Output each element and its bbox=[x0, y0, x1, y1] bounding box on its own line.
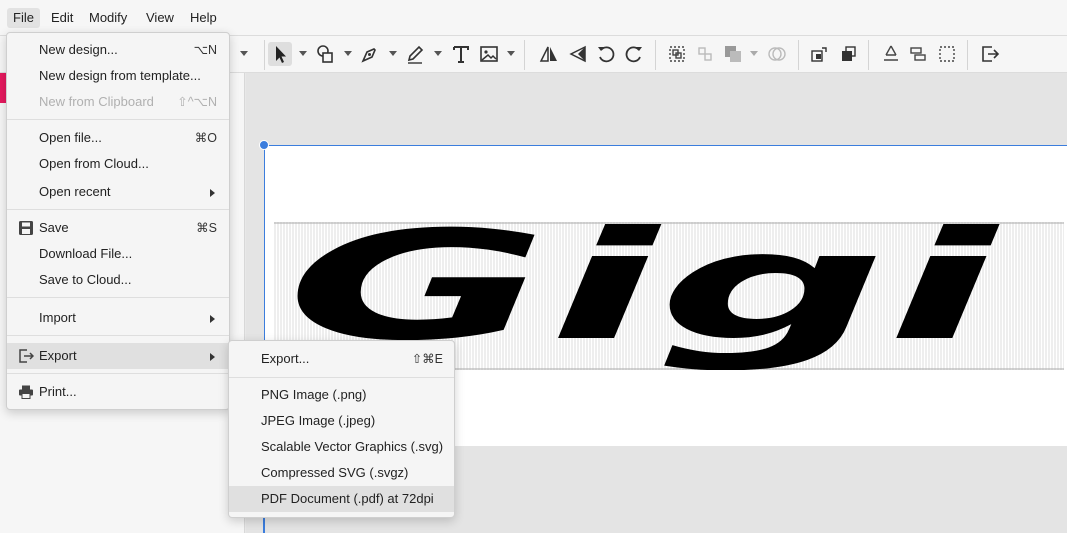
toolbar-divider bbox=[524, 40, 525, 70]
flip-vertical-icon[interactable] bbox=[566, 42, 590, 66]
rotate-ccw-icon[interactable] bbox=[594, 42, 618, 66]
shortcut-label: ⌥N bbox=[193, 43, 217, 57]
menu-divider bbox=[7, 335, 229, 336]
exit-icon[interactable] bbox=[978, 42, 1002, 66]
menu-item-label: New design from template... bbox=[39, 68, 201, 83]
save-icon bbox=[19, 221, 33, 235]
toolbar-divider bbox=[967, 40, 968, 70]
chevron-down-icon[interactable] bbox=[507, 51, 515, 56]
menu-divider bbox=[7, 373, 229, 374]
chevron-down-icon[interactable] bbox=[389, 51, 397, 56]
pencil-tool-icon[interactable] bbox=[403, 42, 427, 66]
flip-horizontal-icon[interactable] bbox=[537, 42, 561, 66]
menu-item-label: Scalable Vector Graphics (.svg) bbox=[261, 439, 444, 454]
menu-item-print[interactable]: Print... bbox=[7, 379, 229, 405]
image-tool-icon[interactable] bbox=[477, 42, 501, 66]
file-menu: New design... ⌥N New design from templat… bbox=[6, 32, 230, 410]
shortcut-label: ⌘S bbox=[196, 221, 217, 235]
chevron-down-icon[interactable] bbox=[344, 51, 352, 56]
boolean-ops-icon[interactable] bbox=[765, 42, 789, 66]
menu-item-save[interactable]: Save ⌘S bbox=[7, 215, 229, 241]
menu-item-export-jpeg[interactable]: JPEG Image (.jpeg) bbox=[229, 408, 454, 434]
shortcut-label: ⇧⌘E bbox=[411, 352, 443, 366]
menu-item-label: New design... bbox=[39, 42, 118, 57]
menu-item-label: Print... bbox=[39, 384, 77, 399]
menu-divider bbox=[7, 119, 229, 120]
chevron-right-icon bbox=[210, 189, 215, 197]
menu-item-label: Open from Cloud... bbox=[39, 156, 149, 171]
selection-handle[interactable] bbox=[259, 140, 269, 150]
export-submenu: Export... ⇧⌘E PNG Image (.png) JPEG Imag… bbox=[228, 340, 455, 518]
shortcut-label: ⇧^⌥N bbox=[177, 95, 217, 109]
bring-forward-icon[interactable] bbox=[807, 42, 831, 66]
menu-modify[interactable]: Modify bbox=[83, 8, 133, 28]
menu-item-new-from-clipboard: New from Clipboard ⇧^⌥N bbox=[7, 89, 229, 115]
group-icon[interactable] bbox=[665, 42, 689, 66]
send-backward-icon[interactable] bbox=[836, 42, 860, 66]
menu-item-export-pdf[interactable]: PDF Document (.pdf) at 72dpi bbox=[229, 486, 454, 512]
chevron-down-icon[interactable] bbox=[240, 51, 248, 56]
shapes-tool-icon[interactable] bbox=[314, 42, 338, 66]
menu-item-save-to-cloud[interactable]: Save to Cloud... bbox=[7, 267, 229, 293]
menu-item-label: Import bbox=[39, 310, 76, 325]
menu-item-export[interactable]: Export bbox=[7, 343, 229, 369]
menu-item-label: Open recent bbox=[39, 184, 111, 199]
menu-item-label: Save to Cloud... bbox=[39, 272, 132, 287]
pen-tool-icon[interactable] bbox=[358, 42, 382, 66]
chevron-down-icon[interactable] bbox=[299, 51, 307, 56]
menu-divider bbox=[7, 297, 229, 298]
chevron-down-icon[interactable] bbox=[750, 51, 758, 56]
toolbar-divider bbox=[655, 40, 656, 70]
menu-item-new-design[interactable]: New design... ⌥N bbox=[7, 37, 229, 63]
menu-item-label: Save bbox=[39, 220, 69, 235]
menu-item-label: PDF Document (.pdf) at 72dpi bbox=[261, 491, 434, 506]
menu-item-export-svgz[interactable]: Compressed SVG (.svgz) bbox=[229, 460, 454, 486]
chevron-right-icon bbox=[210, 315, 215, 323]
menu-divider bbox=[229, 377, 454, 378]
menu-item-open-file[interactable]: Open file... ⌘O bbox=[7, 125, 229, 151]
menu-edit[interactable]: Edit bbox=[45, 8, 79, 28]
pointer-tool-icon[interactable] bbox=[268, 42, 292, 66]
printer-icon bbox=[19, 385, 33, 399]
menu-item-label: Export... bbox=[261, 351, 310, 366]
menu-item-import[interactable]: Import bbox=[7, 305, 229, 331]
menu-item-label: Open file... bbox=[39, 130, 102, 145]
menu-divider bbox=[7, 209, 229, 210]
menu-item-label: PNG Image (.png) bbox=[261, 387, 367, 402]
menu-help[interactable]: Help bbox=[184, 8, 223, 28]
menu-item-export-svg[interactable]: Scalable Vector Graphics (.svg) bbox=[229, 434, 454, 460]
shortcut-label: ⌘O bbox=[194, 131, 217, 145]
menu-item-label: JPEG Image (.jpeg) bbox=[261, 413, 376, 428]
menu-item-open-recent[interactable]: Open recent bbox=[7, 179, 229, 205]
menu-file[interactable]: File bbox=[7, 8, 40, 28]
menu-item-download-file[interactable]: Download File... bbox=[7, 241, 229, 267]
menu-view[interactable]: View bbox=[140, 8, 180, 28]
menu-item-export-dialog[interactable]: Export... ⇧⌘E bbox=[229, 346, 454, 372]
menu-item-label: New from Clipboard bbox=[39, 94, 154, 109]
align-icon[interactable] bbox=[906, 42, 930, 66]
chevron-right-icon bbox=[210, 353, 215, 361]
menu-item-new-from-template[interactable]: New design from template... bbox=[7, 63, 229, 89]
text-tool-icon[interactable] bbox=[449, 42, 473, 66]
chevron-down-icon[interactable] bbox=[434, 51, 442, 56]
arrange-icon[interactable] bbox=[721, 42, 745, 66]
recycle-icon[interactable] bbox=[879, 42, 903, 66]
menu-item-open-from-cloud[interactable]: Open from Cloud... bbox=[7, 151, 229, 177]
toolbar-divider bbox=[868, 40, 869, 70]
rotate-cw-icon[interactable] bbox=[622, 42, 646, 66]
menu-bar: File Edit Modify View Help bbox=[0, 0, 1067, 36]
menu-item-export-png[interactable]: PNG Image (.png) bbox=[229, 382, 454, 408]
toolbar-divider bbox=[264, 40, 265, 70]
export-icon bbox=[19, 349, 34, 363]
menu-item-label: Export bbox=[39, 348, 77, 363]
artboard-icon[interactable] bbox=[935, 42, 959, 66]
menu-item-label: Compressed SVG (.svgz) bbox=[261, 465, 409, 480]
toolbar-divider bbox=[798, 40, 799, 70]
menu-item-label: Download File... bbox=[39, 246, 133, 261]
ungroup-icon[interactable] bbox=[693, 42, 717, 66]
